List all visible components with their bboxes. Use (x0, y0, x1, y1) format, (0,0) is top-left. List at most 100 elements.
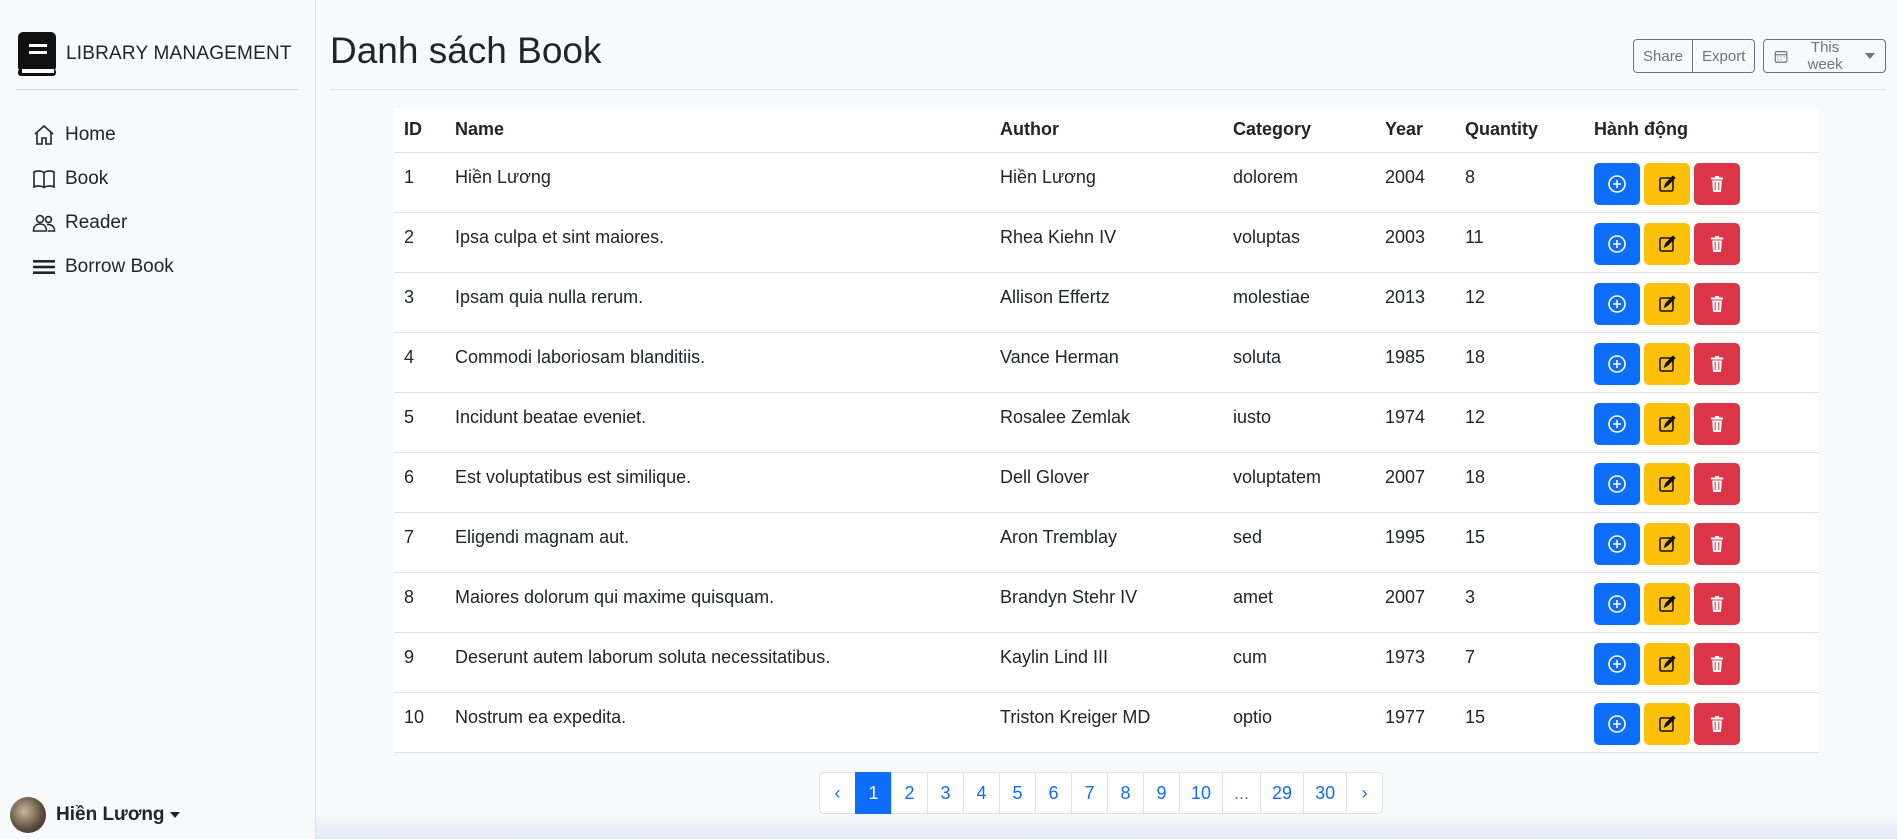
table-row: 9 Deserunt autem laborum soluta necessita… (394, 632, 1819, 693)
delete-button[interactable] (1694, 702, 1740, 745)
trash-icon (1707, 174, 1727, 194)
table-row: 7 Eligendi magnam aut. Aron Tremblay sed 199… (394, 512, 1819, 573)
sidebar-item-borrow-book[interactable]: Borrow Book (32, 245, 174, 289)
delete-button[interactable] (1694, 162, 1740, 205)
add-button[interactable] (1594, 582, 1640, 625)
user-name: Hiền Lương (56, 804, 165, 825)
cell-category: sed (1223, 512, 1375, 573)
cell-author: Hiền Lương (990, 152, 1223, 213)
edit-button[interactable] (1644, 462, 1690, 505)
share-button[interactable]: Share (1633, 39, 1694, 73)
edit-icon (1657, 354, 1677, 374)
cell-id: 5 (394, 392, 445, 453)
sidebar: LIBRARY MANAGEMENT Home Book Reader Borr… (0, 0, 316, 839)
cell-name: Maiores dolorum qui maxime quisquam. (445, 572, 990, 633)
export-button[interactable]: Export (1693, 39, 1756, 73)
page-2[interactable]: 2 (891, 772, 928, 814)
page-5[interactable]: 5 (999, 772, 1036, 814)
add-button[interactable] (1594, 342, 1640, 385)
column-header-actions: Hành động (1584, 108, 1819, 153)
edit-button[interactable] (1644, 402, 1690, 445)
edit-icon (1657, 234, 1677, 254)
cell-quantity: 8 (1455, 152, 1584, 213)
sidebar-item-reader[interactable]: Reader (32, 201, 174, 245)
delete-button[interactable] (1694, 342, 1740, 385)
page-7[interactable]: 7 (1071, 772, 1108, 814)
page-10[interactable]: 10 (1179, 772, 1224, 814)
book-icon (33, 170, 55, 189)
edit-icon (1657, 714, 1677, 734)
add-button[interactable] (1594, 162, 1640, 205)
table-row: 5 Incidunt beatae eveniet. Rosalee Zemlak i… (394, 392, 1819, 453)
add-button[interactable] (1594, 282, 1640, 325)
edit-button[interactable] (1644, 522, 1690, 565)
cell-quantity: 15 (1455, 512, 1584, 573)
page-6[interactable]: 6 (1035, 772, 1072, 814)
cell-year: 1974 (1375, 392, 1455, 453)
sidebar-item-book[interactable]: Book (32, 157, 174, 201)
delete-button[interactable] (1694, 642, 1740, 685)
table-header-row: ID Name Author Category Year Quantity Hà… (394, 108, 1819, 153)
delete-button[interactable] (1694, 582, 1740, 625)
table-body: 1 Hiền Lương Hiền Lương dolorem 2004 8 2 Ipsa c… (394, 152, 1819, 753)
cell-id: 6 (394, 452, 445, 513)
page-8[interactable]: 8 (1107, 772, 1144, 814)
add-button[interactable] (1594, 522, 1640, 565)
page-1[interactable]: 1 (855, 772, 892, 814)
column-header-year: Year (1375, 108, 1455, 153)
edit-button[interactable] (1644, 642, 1690, 685)
brand-title: LIBRARY MANAGEMENT (66, 42, 292, 64)
user-menu[interactable]: Hiền Lương (10, 797, 180, 833)
page-30[interactable]: 30 (1303, 772, 1348, 814)
edit-button[interactable] (1644, 582, 1690, 625)
page-9[interactable]: 9 (1143, 772, 1180, 814)
cell-id: 8 (394, 572, 445, 633)
share-export-group: Share Export (1633, 39, 1756, 73)
sidebar-nav: Home Book Reader Borrow Book (32, 113, 174, 289)
plus-circle-icon (1607, 714, 1627, 734)
edit-button[interactable] (1644, 162, 1690, 205)
period-dropdown[interactable]: This week (1763, 39, 1886, 73)
delete-button[interactable] (1694, 222, 1740, 265)
page-29[interactable]: 29 (1260, 772, 1305, 814)
add-button[interactable] (1594, 702, 1640, 745)
cell-category: dolorem (1223, 152, 1375, 213)
table-row: 6 Est voluptatibus est similique. Dell Glo… (394, 452, 1819, 513)
brand[interactable]: LIBRARY MANAGEMENT (16, 28, 298, 90)
pagination: ‹ 1 2 3 4 5 6 7 8 9 10... 29 30 › (819, 772, 1384, 814)
add-button[interactable] (1594, 402, 1640, 445)
edit-button[interactable] (1644, 702, 1690, 745)
delete-button[interactable] (1694, 282, 1740, 325)
cell-author: Kaylin Lind III (990, 632, 1223, 693)
edit-icon (1657, 174, 1677, 194)
avatar (10, 797, 46, 833)
next-page-button[interactable]: › (1346, 772, 1384, 814)
cell-year: 2003 (1375, 212, 1455, 273)
sidebar-item-home[interactable]: Home (32, 113, 174, 157)
delete-button[interactable] (1694, 462, 1740, 505)
prev-page-button[interactable]: ‹ (819, 772, 856, 814)
people-icon (32, 214, 56, 232)
trash-icon (1707, 234, 1727, 254)
table-row: 10 Nostrum ea expedita. Triston Kreiger MD… (394, 692, 1819, 753)
page-3[interactable]: 3 (927, 772, 964, 814)
add-button[interactable] (1594, 222, 1640, 265)
cell-name: Nostrum ea expedita. (445, 692, 990, 753)
edit-button[interactable] (1644, 282, 1690, 325)
sidebar-item-label: Home (65, 124, 116, 145)
delete-button[interactable] (1694, 522, 1740, 565)
edit-button[interactable] (1644, 222, 1690, 265)
cell-quantity: 15 (1455, 692, 1584, 753)
table-row: 3 Ipsam quia nulla rerum. Allison Effertz m… (394, 272, 1819, 333)
cell-year: 1977 (1375, 692, 1455, 753)
cell-actions (1584, 512, 1819, 573)
cell-actions (1584, 212, 1819, 273)
cell-author: Vance Herman (990, 332, 1223, 393)
page-4[interactable]: 4 (963, 772, 1000, 814)
add-button[interactable] (1594, 462, 1640, 505)
edit-icon (1657, 414, 1677, 434)
delete-button[interactable] (1694, 402, 1740, 445)
page-title: Danh sách Book (330, 30, 602, 71)
edit-button[interactable] (1644, 342, 1690, 385)
add-button[interactable] (1594, 642, 1640, 685)
